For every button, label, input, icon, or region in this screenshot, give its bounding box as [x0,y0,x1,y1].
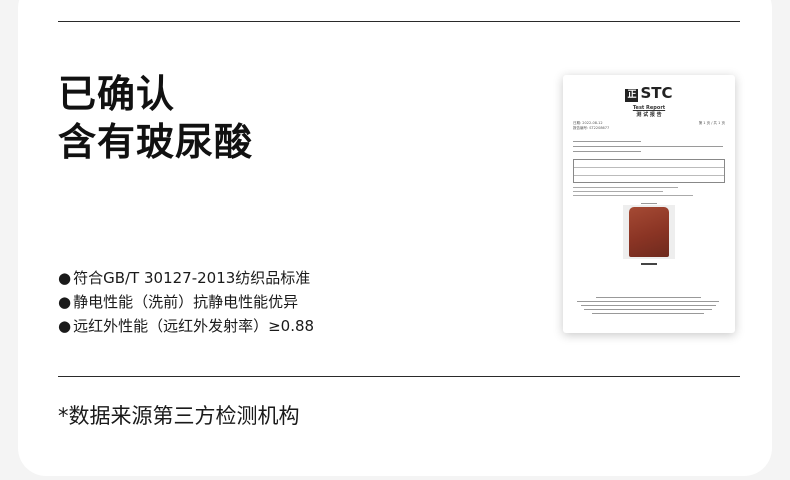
bullet-dot-icon: ● [58,293,72,311]
feature-item: ● 静电性能（洗前）抗静电性能优异 [58,290,314,314]
report-text-lines [573,141,723,156]
report-notes [573,187,723,199]
feature-text: 符合GB/T 30127-2013纺织品标准 [73,269,311,287]
test-report-image: 正 STC Test Report 测 试 报 告 日期: 2022-08-12 … [563,75,735,333]
stc-logo: 正 STC [563,84,735,102]
feature-text: 远红外性能（远红外发射率）≥0.88 [73,317,315,335]
bullet-dot-icon: ● [58,269,72,287]
report-title: Test Report 测 试 报 告 [563,105,735,119]
headline-line-1: 已确认 [58,72,176,116]
stc-logo-text: STC [640,84,673,102]
report-number: 报告编号: ST2208677 [573,126,610,130]
bottom-divider [58,376,740,377]
feature-text: 静电性能（洗前）抗静电性能优异 [73,293,299,311]
feature-item: ● 远红外性能（远红外发射率）≥0.88 [58,314,314,338]
source-footnote: *数据来源第三方检测机构 [58,404,300,428]
sample-photo [629,207,669,257]
report-footer [573,297,723,317]
headline-line-2: 含有玻尿酸 [58,120,254,164]
report-page: 第 1 页 / 共 1 页 [698,121,725,125]
report-title-cn: 测 试 报 告 [636,112,662,118]
photo-caption [641,203,657,204]
headline: 已确认 含有玻尿酸 [58,70,253,166]
feature-item: ● 符合GB/T 30127-2013纺织品标准 [58,266,314,290]
stc-logo-mark-icon: 正 [625,89,639,102]
report-meta: 日期: 2022-08-12 报告编号: ST2208677 [573,121,609,131]
report-end-mark [641,263,657,265]
bullet-dot-icon: ● [58,317,72,335]
report-table [573,159,725,183]
report-title-en: Test Report [632,105,666,111]
feature-list: ● 符合GB/T 30127-2013纺织品标准 ● 静电性能（洗前）抗静电性能优异… [58,266,314,338]
top-divider [58,21,740,22]
